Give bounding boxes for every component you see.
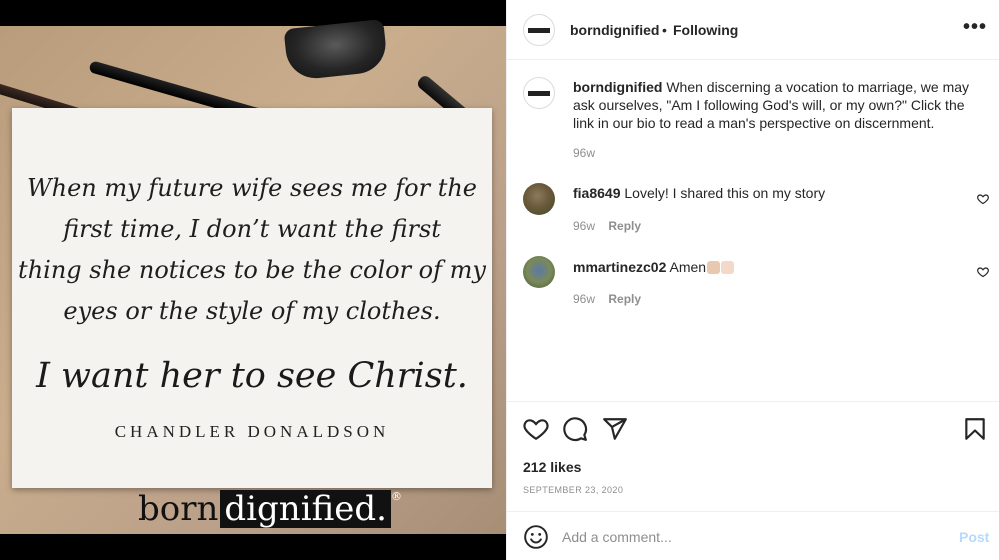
quote-text: When my future wife sees me for the firs… (12, 168, 492, 332)
comment-input[interactable] (562, 526, 942, 548)
quote-line: first time, I don’t want the first (63, 215, 441, 243)
comment-username[interactable]: mmartinezc02 (573, 259, 666, 275)
comment-composer: Post (507, 511, 999, 560)
quote-line: thing she notices to be the color of my (18, 256, 486, 284)
comment-text: Lovely! I shared this on my story (620, 185, 826, 201)
quote-author: CHANDLER DONALDSON (114, 422, 390, 441)
comment-username[interactable]: fia8649 (573, 185, 620, 201)
quote-highlight: I want her to see Christ. (36, 356, 468, 396)
more-options-icon[interactable]: ••• (963, 16, 987, 39)
caption-meta: 96w (573, 146, 605, 160)
image-letterbox-bottom (0, 534, 506, 560)
heart-icon[interactable] (523, 416, 549, 442)
caption: borndignified When discerning a vocation… (573, 78, 973, 132)
quote-line: eyes or the style of my clothes. (63, 297, 441, 325)
post-dialog: When my future wife sees me for the firs… (0, 0, 999, 560)
bookmark-icon[interactable] (962, 416, 988, 442)
comment-text-row: fia8649 Lovely! I shared this on my stor… (573, 185, 825, 201)
brand-logo-part2: dignified. (220, 490, 391, 528)
reply-button[interactable]: Reply (608, 219, 641, 233)
caption-avatar[interactable] (523, 77, 555, 109)
comment-time[interactable]: 96w (573, 219, 595, 233)
avatar-logo-mark (528, 27, 550, 33)
avatar-logo-mark (528, 90, 550, 96)
post-header: borndignified • Following ••• (507, 0, 999, 60)
image-letterbox-top (0, 0, 506, 26)
avatar[interactable] (523, 14, 555, 46)
reply-button[interactable]: Reply (608, 292, 641, 306)
comment-avatar[interactable] (523, 256, 555, 288)
post-button[interactable]: Post (959, 529, 989, 545)
quote-line: When my future wife sees me for the (26, 174, 478, 202)
post-date[interactable]: SEPTEMBER 23, 2020 (523, 485, 623, 495)
hands-emoji-icon (721, 261, 735, 274)
header-username[interactable]: borndignified (570, 22, 659, 38)
post-image[interactable]: When my future wife sees me for the firs… (0, 0, 506, 560)
header-separator: • (662, 22, 667, 38)
brand-logo-part1: born (138, 489, 219, 529)
post-side-panel: borndignified • Following ••• borndignif… (506, 0, 999, 560)
post-actions: 212 likes SEPTEMBER 23, 2020 (507, 401, 999, 511)
comment-text-row: mmartinezc02 Amen (573, 259, 735, 275)
following-button[interactable]: Following (673, 22, 738, 38)
quote-card: When my future wife sees me for the firs… (12, 108, 492, 488)
comment-like-heart-icon[interactable] (977, 266, 989, 278)
comment-avatar[interactable] (523, 183, 555, 215)
comment-meta: 96w Reply (573, 219, 651, 233)
comment-text: Amen (666, 259, 707, 275)
comment-time[interactable]: 96w (573, 292, 595, 306)
share-icon[interactable] (602, 416, 628, 442)
likes-count[interactable]: 212 likes (523, 459, 581, 475)
comment-meta: 96w Reply (573, 292, 651, 306)
comment-icon[interactable] (562, 416, 588, 442)
comment-like-heart-icon[interactable] (977, 193, 989, 205)
caption-time[interactable]: 96w (573, 146, 595, 160)
emoji-icon[interactable] (523, 524, 549, 550)
caption-username[interactable]: borndignified (573, 79, 662, 95)
registered-mark: ® (390, 490, 402, 503)
comments-section[interactable]: borndignified When discerning a vocation… (507, 61, 999, 401)
clap-emoji-icon (707, 261, 721, 274)
brand-logo: born dignified. ® (138, 490, 402, 528)
